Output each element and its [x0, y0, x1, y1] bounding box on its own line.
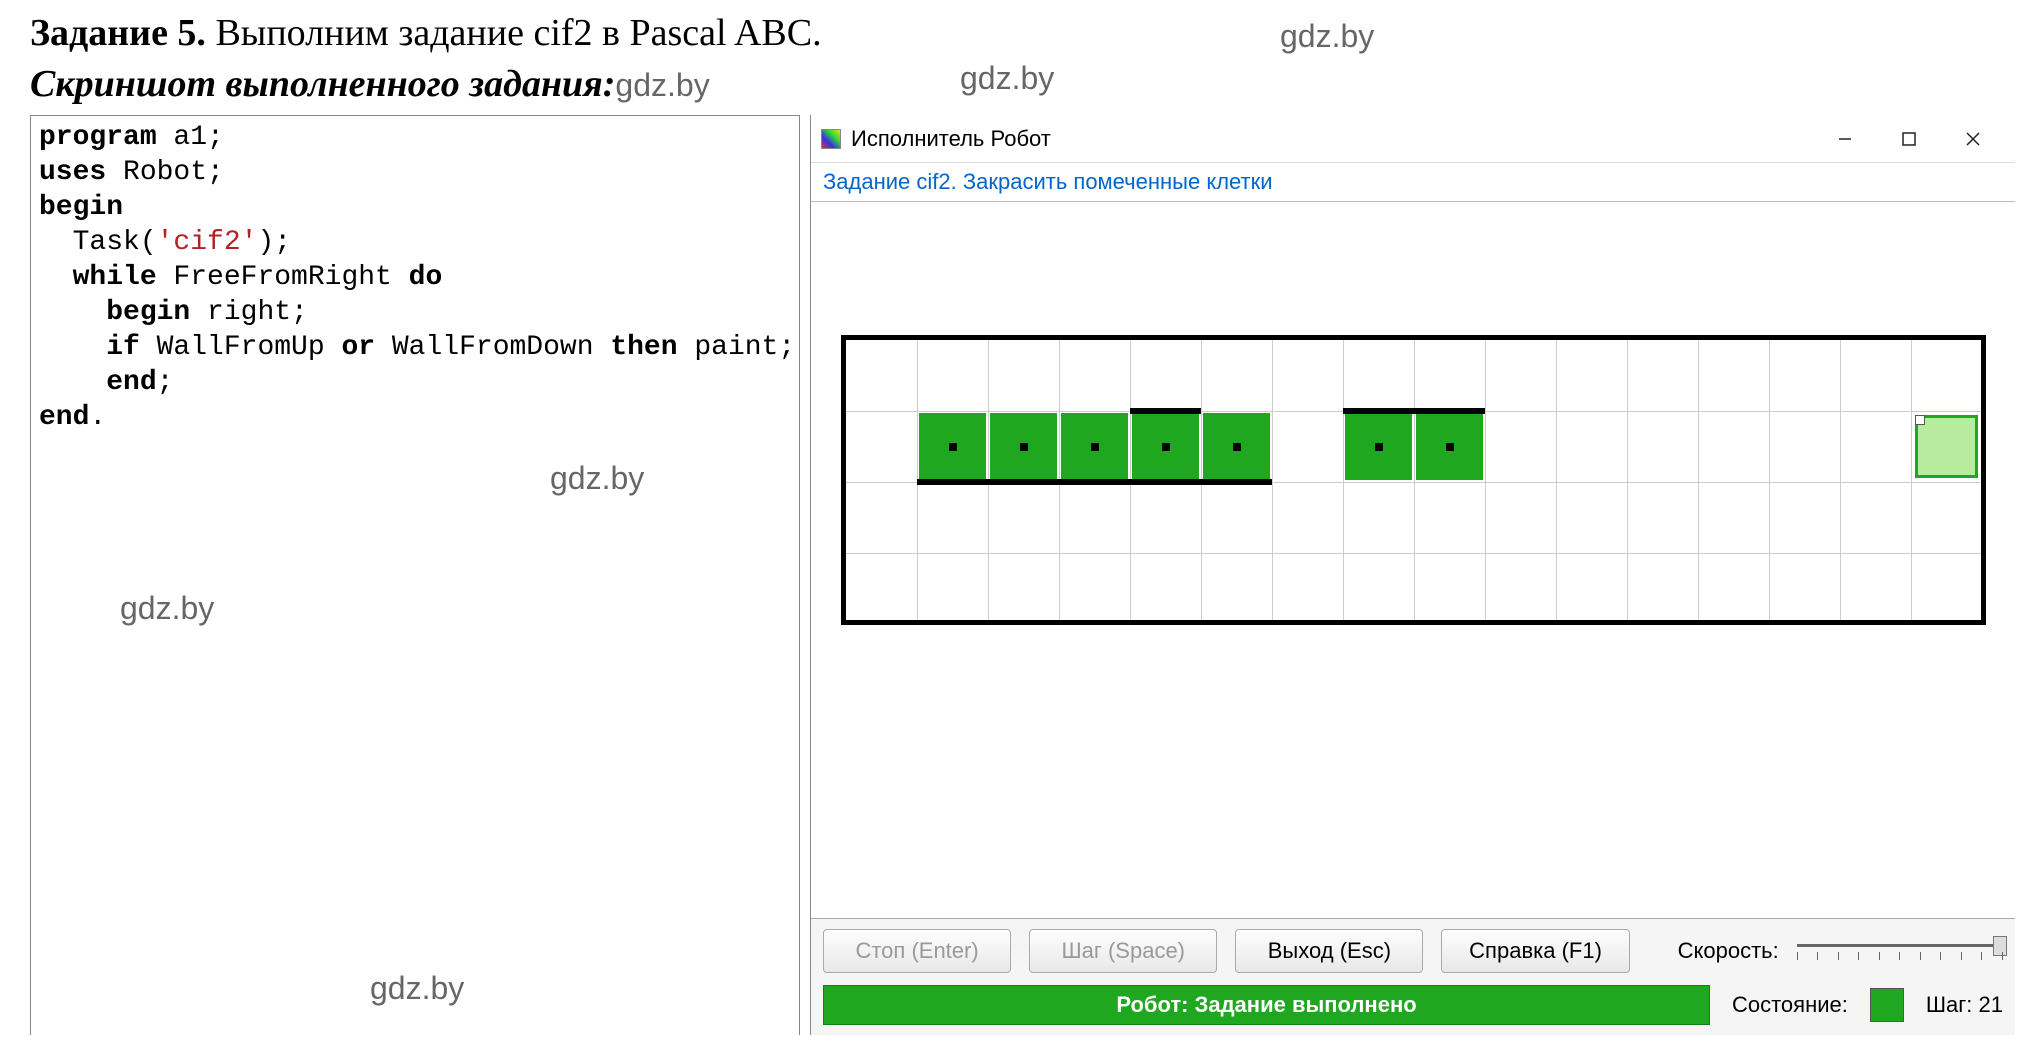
- code-editor[interactable]: program a1; uses Robot; begin Task('cif2…: [30, 115, 800, 1035]
- close-button[interactable]: [1941, 115, 2005, 163]
- task-prefix: Задание 5.: [30, 12, 206, 54]
- task-text: Выполним задание cif2 в Pascal ABC.: [206, 12, 822, 54]
- watermark: gdz.by: [960, 60, 1054, 97]
- robot-window: Исполнитель Робот Задание cif2. Закрасит…: [810, 115, 2015, 1035]
- task-label: Задание cif2. Закрасить помеченные клетк…: [811, 163, 2015, 202]
- stop-button[interactable]: Стоп (Enter): [823, 929, 1011, 973]
- status-bar: Робот: Задание выполнено: [823, 985, 1710, 1025]
- app-icon: [821, 129, 841, 149]
- speed-label: Скорость:: [1678, 938, 1779, 964]
- exit-button[interactable]: Выход (Esc): [1235, 929, 1423, 973]
- robot-canvas: [841, 335, 1986, 625]
- state-label: Состояние:: [1732, 992, 1848, 1018]
- maximize-button[interactable]: [1877, 115, 1941, 163]
- step-count: Шаг: 21: [1926, 992, 2003, 1018]
- titlebar[interactable]: Исполнитель Робот: [811, 115, 2015, 163]
- speed-slider[interactable]: [1797, 938, 2003, 968]
- task-subtitle: Скриншот выполненного задания:: [30, 63, 615, 105]
- state-indicator: [1870, 988, 1904, 1022]
- watermark-inline: gdz.by: [615, 67, 709, 103]
- window-title: Исполнитель Робот: [851, 126, 1813, 152]
- step-button[interactable]: Шаг (Space): [1029, 929, 1217, 973]
- watermark: gdz.by: [1280, 18, 1374, 55]
- bottom-panel: Стоп (Enter) Шаг (Space) Выход (Esc) Спр…: [811, 918, 2015, 1035]
- minimize-button[interactable]: [1813, 115, 1877, 163]
- help-button[interactable]: Справка (F1): [1441, 929, 1629, 973]
